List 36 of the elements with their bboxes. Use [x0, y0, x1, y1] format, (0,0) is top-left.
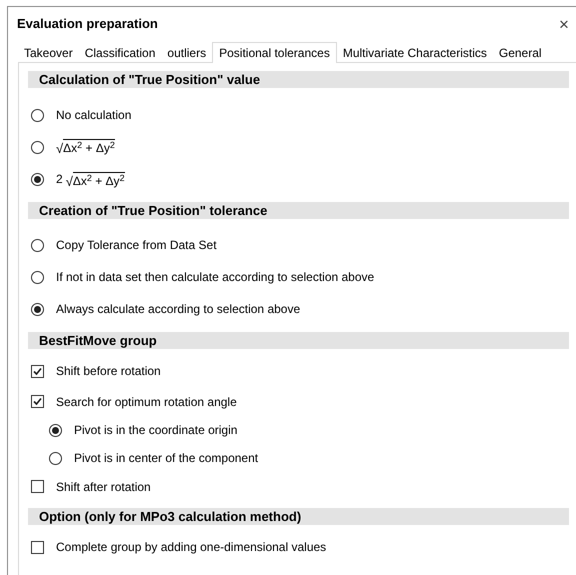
tab[interactable]: Multivariate Characteristics	[336, 44, 493, 62]
option-label: Shift before rotation	[56, 363, 161, 380]
section-header: Calculation of "True Position" value	[28, 71, 569, 88]
checkbox[interactable]	[31, 480, 44, 493]
radio-button[interactable]	[31, 238, 44, 252]
option-label: Copy Tolerance from Data Set	[56, 237, 217, 254]
option-label: No calculation	[56, 107, 132, 124]
checkbox[interactable]	[31, 540, 44, 554]
option-label: Complete group by adding one-dimensional values	[56, 539, 326, 556]
option-label: Shift after rotation	[56, 478, 151, 496]
formula: √Δx$^{2}$ + Δy$^{2}$	[56, 139, 115, 155]
tab[interactable]: Classification	[78, 44, 162, 62]
section-header: Creation of "True Position" tolerance	[28, 202, 569, 219]
radio-button[interactable]	[49, 452, 62, 464]
window-title: Evaluation preparation	[17, 15, 158, 34]
radio-button[interactable]	[31, 108, 44, 122]
formula: 2 √Δx$^{2}$ + Δy$^{2}$	[56, 171, 125, 188]
option-label: Pivot is in center of the component	[74, 450, 258, 467]
close-button[interactable]: ×	[554, 16, 574, 32]
option-label: Search for optimum rotation angle	[56, 394, 237, 410]
tab[interactable]: General	[492, 44, 548, 62]
tab[interactable]: Positional tolerances	[212, 42, 337, 63]
option-label: If not in data set then calculate according to selection above	[56, 269, 374, 286]
radio-button[interactable]	[31, 172, 44, 186]
section-header: BestFitMove group	[28, 332, 569, 349]
tab[interactable]: outliers	[161, 44, 212, 62]
radio-button[interactable]	[49, 424, 62, 436]
checkbox[interactable]	[31, 364, 44, 378]
section-header: Option (only for MPo3 calculation method)	[28, 508, 569, 525]
option-label: Always calculate according to selection above	[56, 301, 300, 318]
option-label: Pivot is in the coordinate origin	[74, 422, 238, 439]
checkbox[interactable]	[31, 395, 44, 408]
radio-button[interactable]	[31, 270, 44, 284]
radio-button[interactable]	[31, 140, 44, 154]
tab[interactable]: Takeover	[18, 44, 79, 62]
radio-button[interactable]	[31, 302, 44, 316]
